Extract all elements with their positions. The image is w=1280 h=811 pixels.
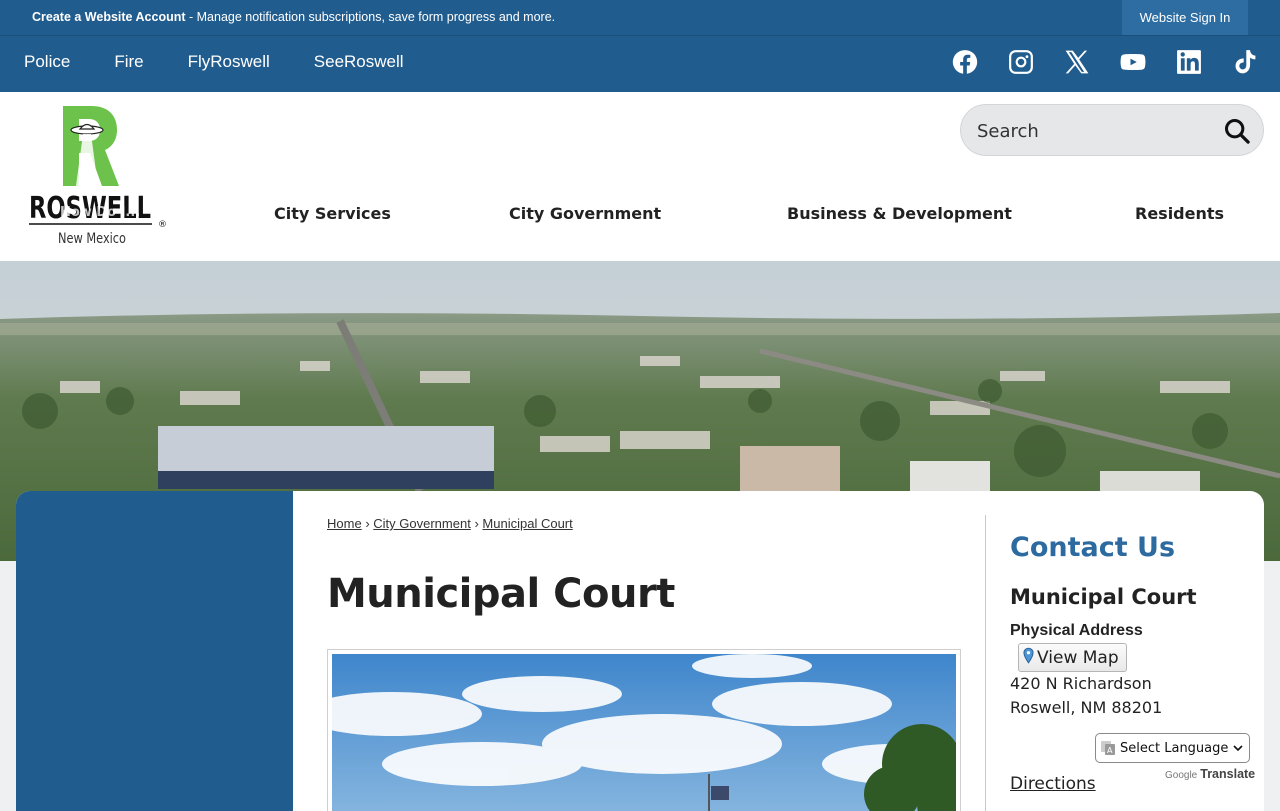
account-bar: Create a Website Account - Manage notifi… [0,0,1280,35]
site-header: ROSWELL How Do I... ® New Mexico City Se… [0,92,1280,261]
linkedin-icon[interactable] [1176,49,1202,75]
quick-link-fire[interactable]: Fire [114,52,143,72]
address-line-2: Roswell, NM 88201 [1010,698,1163,717]
column-divider [985,515,986,811]
breadcrumb-municipal-court[interactable]: Municipal Court [482,516,572,531]
page-title: Municipal Court [327,571,675,617]
instagram-icon[interactable] [1008,49,1034,75]
roswell-logo[interactable]: ROSWELL How Do I... ® New Mexico [28,104,173,249]
google-wordmark: Google [1165,770,1198,781]
breadcrumb-separator: › [474,516,479,531]
quick-link-seeroswell[interactable]: SeeRoswell [314,52,404,72]
logo-overlay-text: How Do I... [60,205,140,220]
view-map-button[interactable]: View Map [1018,643,1127,672]
svg-text:New Mexico: New Mexico [58,231,126,247]
side-navigation-panel [16,491,293,811]
contact-us-heading: Contact Us [1010,532,1176,563]
quick-links-bar: Police Fire FlyRoswell SeeRoswell [0,35,1280,92]
create-account-banner[interactable]: Create a Website Account - Manage notifi… [32,10,555,24]
court-building-photo [327,649,961,811]
map-pin-icon [1023,647,1034,669]
breadcrumb-home[interactable]: Home [327,516,362,531]
language-select-label: Select Language [1120,740,1229,756]
powered-by-google-translate[interactable]: Google Translate [1165,767,1255,781]
website-sign-in-button[interactable]: Website Sign In [1122,0,1248,35]
x-icon[interactable] [1064,49,1090,75]
translate-wordmark: Translate [1200,767,1256,781]
address-line-1: 420 N Richardson [1010,674,1152,693]
facebook-icon[interactable] [952,49,978,75]
chevron-down-icon [1233,742,1243,752]
quick-link-police[interactable]: Police [24,52,70,72]
youtube-icon[interactable] [1120,49,1146,75]
breadcrumb: Home › City Government › Municipal Court [327,516,573,531]
search-icon[interactable] [1223,117,1251,145]
create-account-link[interactable]: Create a Website Account [32,10,186,24]
google-g-icon: A [1100,740,1116,756]
svg-text:®: ® [158,220,167,230]
create-account-description: - Manage notification subscriptions, sav… [185,10,556,24]
physical-address-label: Physical Address [1010,622,1143,639]
quick-links: Police Fire FlyRoswell SeeRoswell [24,52,448,72]
quick-link-flyroswell[interactable]: FlyRoswell [188,52,270,72]
directions-link[interactable]: Directions [1010,774,1096,794]
breadcrumb-separator: › [365,516,370,531]
view-map-label: View Map [1037,647,1119,668]
nav-city-services[interactable]: City Services [274,204,391,223]
nav-residents[interactable]: Residents [1135,204,1224,223]
language-select[interactable]: A Select Language [1095,733,1250,763]
svg-text:A: A [1107,746,1113,755]
tiktok-icon[interactable] [1232,49,1258,75]
social-media-links [952,49,1258,75]
content-frame: Home › City Government › Municipal Court… [16,491,1264,811]
search-input[interactable] [977,117,1207,145]
contact-department-name: Municipal Court [1010,585,1197,609]
nav-business-development[interactable]: Business & Development [787,204,1012,223]
breadcrumb-city-government[interactable]: City Government [373,516,471,531]
nav-city-government[interactable]: City Government [509,204,661,223]
search-box [960,104,1264,156]
